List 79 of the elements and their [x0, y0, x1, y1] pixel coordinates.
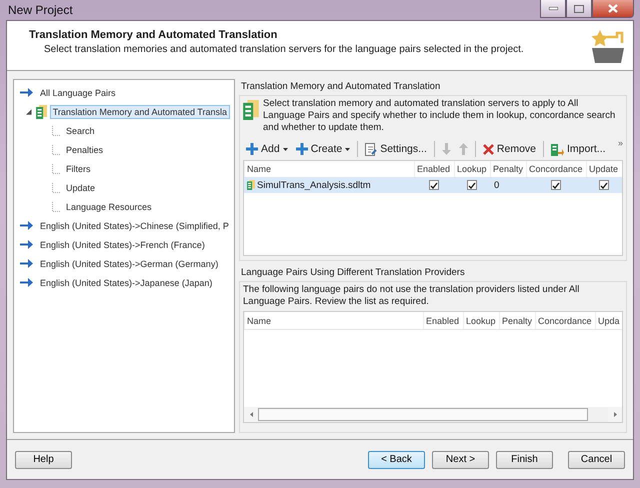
column-header[interactable]: Concordance: [535, 312, 595, 329]
toolbar-button[interactable]: Settings...: [362, 142, 430, 156]
toolbar-button[interactable]: Create: [292, 142, 354, 156]
arrow-icon: [20, 88, 33, 97]
tree-item[interactable]: English (United States)->Japanese (Japan): [37, 276, 216, 290]
tree-line: [52, 126, 60, 136]
database-icon: [36, 104, 47, 118]
check-icon: [552, 182, 560, 188]
toolbar-button[interactable]: Remove: [480, 142, 540, 156]
star-basket-icon: [591, 29, 625, 65]
column-header[interactable]: Penalty: [499, 312, 535, 329]
close-button[interactable]: [592, 0, 634, 18]
checkbox[interactable]: [429, 180, 439, 190]
close-icon: [608, 4, 618, 13]
right-arrow-icon[interactable]: [614, 412, 616, 417]
arrow-icon: [20, 240, 33, 249]
tree-line: [52, 144, 60, 154]
expanded-icon[interactable]: [26, 108, 32, 114]
minimize-icon: [548, 7, 558, 10]
down-arrow-icon: [442, 143, 451, 155]
tree-item[interactable]: Penalties: [63, 142, 106, 156]
maximize-icon: [574, 4, 584, 12]
name-cell: SimulTrans_Analysis.sdltm: [244, 180, 414, 190]
toolbar-button[interactable]: Add: [243, 142, 291, 156]
remove-icon: [482, 144, 494, 154]
tree-item[interactable]: Search: [63, 124, 98, 138]
check-icon: [430, 182, 438, 188]
tree-item[interactable]: Translation Memory and Automated Transla: [50, 104, 230, 118]
table-row[interactable]: SimulTrans_Analysis.sdltm 0: [244, 177, 622, 193]
tree-line: [52, 164, 60, 174]
column-header[interactable]: Enabled: [423, 312, 463, 329]
dialog-button[interactable]: Next >: [432, 450, 489, 468]
tree-item[interactable]: English (United States)->German (Germany): [37, 256, 222, 270]
checkbox[interactable]: [599, 180, 609, 190]
tree-item[interactable]: Filters: [63, 162, 94, 176]
tree-item[interactable]: Language Resources: [63, 200, 155, 214]
page-title: Translation Memory and Automated Translation: [29, 29, 278, 41]
window-title: New Project: [7, 3, 73, 17]
overflow-button[interactable]: »: [618, 138, 623, 148]
checkbox[interactable]: [467, 180, 477, 190]
tree-item[interactable]: English (United States)->French (France): [37, 238, 208, 252]
minimize-button[interactable]: [540, 0, 566, 18]
plus-icon: [246, 143, 258, 155]
tree-item[interactable]: English (United States)->Chinese (Simplified, P: [37, 218, 232, 232]
tree-line: [52, 202, 60, 212]
caret-icon: [345, 148, 350, 150]
check-icon: [600, 182, 608, 188]
penalty-cell-text: 0: [493, 180, 500, 190]
dialog-button[interactable]: < Back: [368, 450, 425, 468]
import-icon: [551, 142, 564, 156]
dialog-button[interactable]: Cancel: [568, 450, 625, 468]
arrow-icon: [20, 221, 33, 230]
document-icon: [365, 142, 378, 156]
database-icon: [243, 100, 259, 120]
arrow-icon: [20, 259, 33, 268]
database-icon: [247, 180, 255, 190]
section-title: Translation Memory and Automated Translation: [240, 80, 442, 94]
maximize-button[interactable]: [566, 0, 592, 18]
up-arrow-icon: [458, 143, 468, 155]
check-icon: [468, 182, 476, 188]
page-description: Select translation memories and automated translation servers for the language pairs selected in the project.: [43, 44, 524, 55]
section-title: Language Pairs Using Different Translation Providers: [240, 266, 466, 280]
left-arrow-icon[interactable]: [250, 412, 252, 417]
column-header[interactable]: Lookup: [463, 312, 499, 329]
plus-icon: [296, 143, 308, 155]
horizontal-scrollbar[interactable]: [244, 407, 622, 422]
toolbar-button[interactable]: Import...: [548, 142, 609, 156]
arrow-icon: [20, 278, 33, 287]
section-description: The following language pairs do not use the translation providers listed under All Language Pairs. Review the list as required.: [243, 284, 580, 308]
section-description: Select translation memory and automated translation servers to apply to All Language Pairs and specify whether to include them in lookup, concordance search and whether to update them.: [263, 98, 616, 134]
column-header[interactable]: Name: [244, 312, 423, 329]
tree-item[interactable]: Update: [63, 180, 98, 194]
column-header[interactable]: Upda: [595, 312, 622, 329]
tree-item[interactable]: All Language Pairs: [37, 86, 119, 100]
tree-line: [52, 182, 60, 192]
dialog-button[interactable]: Finish: [496, 450, 553, 468]
dialog-button[interactable]: Help: [15, 450, 72, 468]
caret-icon: [282, 148, 288, 150]
checkbox[interactable]: [551, 180, 561, 190]
